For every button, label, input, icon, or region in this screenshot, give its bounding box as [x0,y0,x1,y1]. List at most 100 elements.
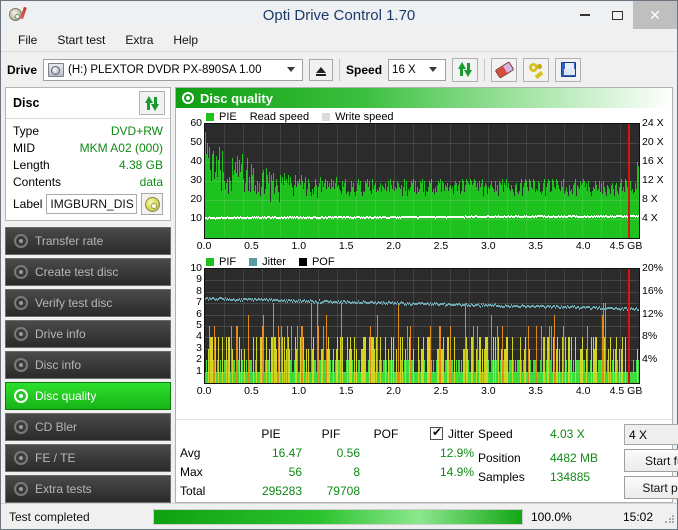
sidebar-label: CD Bler [35,420,78,434]
sidebar-item-transfer-rate[interactable]: Transfer rate [5,227,171,255]
axis-tick-label: 4.0 [575,240,591,252]
sidebar-label: Drive info [35,327,86,341]
jitter-point [444,302,445,304]
legend-swatch-pof [298,257,307,266]
jitter-point [470,305,471,307]
sidebar-item-verify-test-disc[interactable]: Verify test disc [5,289,171,317]
resize-grip[interactable] [661,510,675,524]
pie-y-axis-right: 24 X 20 X 16 X 12 X 8 X 4 X [640,117,670,239]
table-row: Avg 16.47 0.56 12.9% [180,443,474,462]
axis-tick-label: 3.5 [528,240,544,252]
axis-tick-label: 1.0 [291,385,307,397]
eraser-icon [494,60,514,79]
sidebar-item-extra-tests[interactable]: Extra tests [5,475,171,503]
axis-tick-label: 3.0 [481,385,496,397]
sidebar-item-create-test-disc[interactable]: Create test disc [5,258,171,286]
pie-y-axis-left: 60 50 40 30 20 10 [178,117,204,239]
settings-button[interactable] [523,57,550,82]
menu-start-test[interactable]: Start test [48,31,114,49]
menu-extra[interactable]: Extra [116,31,162,49]
disc-refresh-button[interactable] [139,91,165,115]
position-label: Position [478,450,521,465]
total-pif: 79708 [326,483,360,498]
drive-label: Drive [7,62,38,77]
pif-y-axis-right: 20% 16% 12% 8% 4% [640,262,670,384]
sidebar-item-cd-bler[interactable]: CD Bler [5,413,171,441]
axis-tick-label: 20 X [642,136,664,148]
wrench-icon [528,62,544,80]
disc-row-mid: MID MKM A02 (000) [13,140,163,157]
disc-panel-title: Disc [13,96,40,110]
row-label-total: Total [180,483,206,498]
disc-type-label: Type [13,124,40,138]
max-pie: 56 [288,464,302,479]
eject-button[interactable] [309,58,334,81]
disc-label-row: Label IMGBURN_DIS [13,193,163,215]
start-part-button[interactable]: Start part [624,476,678,499]
jitter-point [623,309,624,311]
speed-select[interactable]: 16 X [388,58,447,81]
test-speed-select[interactable]: 4 X [624,424,678,445]
disc-length-label: Length [13,158,50,172]
start-full-button[interactable]: Start full [624,449,678,472]
axis-tick-label: 60 [190,117,202,129]
axis-tick-label: 3.5 [528,385,544,397]
menu-file[interactable]: File [9,31,46,49]
refresh-button[interactable] [452,57,479,82]
left-column: Disc Type DVD+RW MID MKM A02 (000) Lengt… [5,87,171,526]
axis-tick-label: 30 [190,174,202,186]
legend-swatch-jitter [249,257,258,266]
save-button[interactable] [555,57,582,82]
disc-quality-icon [14,389,28,403]
disc-type-value: DVD+RW [110,124,163,138]
jitter-checkbox[interactable] [429,425,443,440]
column-header-jitter: Jitter [447,426,474,441]
minimize-icon [580,14,590,16]
minimize-button[interactable] [569,1,601,29]
axis-tick-label: 4.5 GB [609,240,643,252]
erase-button[interactable] [491,57,518,82]
avg-pif: 0.56 [336,445,360,460]
drive-select[interactable]: (H:) PLEXTOR DVDR PX-890SA 1.00 [43,58,304,81]
sidebar-item-disc-quality[interactable]: Disc quality [5,382,171,410]
axis-tick-label: 4.0 [575,385,591,397]
jitter-point [285,301,286,303]
save-icon [560,62,576,77]
readout-controls: 4 X Start full Start part [624,424,678,500]
disc-label-button[interactable] [141,193,163,215]
sidebar-item-disc-info[interactable]: Disc info [5,351,171,379]
axis-tick-label: 2.5 [433,240,449,252]
samples-label: Samples [478,469,525,484]
pie-plot [204,123,640,239]
test-speed-value: 4 X [629,427,648,442]
table-row: Total 295283 79708 [180,481,474,500]
legend-swatch-pie [206,112,214,121]
disc-label-input[interactable]: IMGBURN_DIS [46,194,137,214]
menu-help[interactable]: Help [164,31,207,49]
position-marker [628,269,630,383]
close-button[interactable]: ✕ [633,1,677,29]
axis-tick-label: 20% [642,262,664,274]
jitter-point [357,302,358,304]
gridline [205,181,639,182]
legend-label-pie: PIE [219,110,237,123]
sidebar-label: Verify test disc [35,296,113,310]
maximize-button[interactable] [601,1,633,29]
sidebar-item-drive-info[interactable]: Drive info [5,320,171,348]
gridline [205,280,639,281]
axis-tick-label: 40 [190,155,202,167]
jitter-point [638,309,639,311]
pif-y-axis-left: 10 9 8 7 6 5 4 3 2 1 [178,262,204,384]
axis-tick-label: 8% [642,330,658,343]
sidebar-label: Extra tests [35,482,92,496]
disc-row-type: Type DVD+RW [13,123,163,140]
jitter-point [314,302,315,304]
disc-row-length: Length 4.38 GB [13,157,163,174]
legend-label-jitter: Jitter [262,255,286,268]
create-test-disc-icon [14,265,28,279]
axis-tick-label: 4 X [642,212,658,224]
chevron-down-icon [429,67,438,72]
refresh-icon [457,62,473,77]
gridline [205,162,639,163]
sidebar-item-fe-te[interactable]: FE / TE [5,444,171,472]
